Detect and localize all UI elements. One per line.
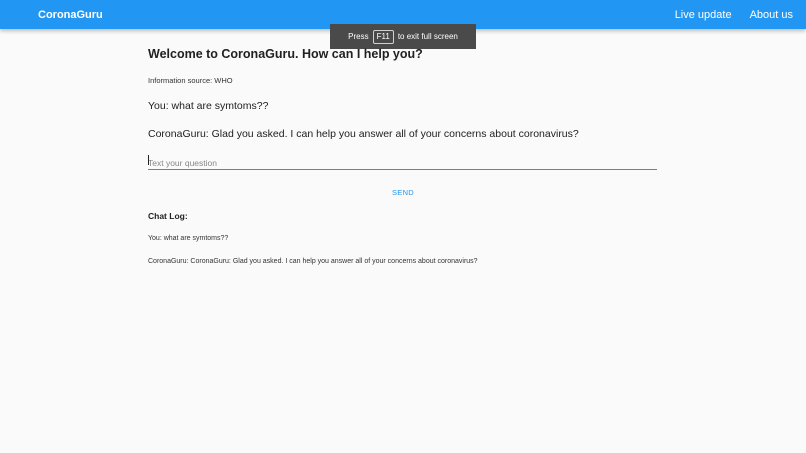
page-title: Welcome to CoronaGuru. How can I help yo… [148, 47, 423, 61]
user-message: You: what are symtoms?? [148, 100, 269, 112]
question-input[interactable] [148, 155, 657, 171]
chat-log-entry: CoronaGuru: CoronaGuru: Glad you asked. … [148, 258, 478, 265]
toast-suffix: to exit full screen [397, 32, 458, 41]
f11-key: F11 [372, 29, 394, 44]
bot-message: CoronaGuru: Glad you asked. I can help y… [148, 128, 579, 140]
nav-live-update[interactable]: Live update [675, 9, 732, 21]
brand-title[interactable]: CoronaGuru [38, 9, 103, 21]
top-nav: Live update About us [675, 9, 793, 21]
chat-log-heading: Chat Log: [148, 211, 188, 221]
toast-prefix: Press [348, 32, 369, 41]
info-source: Information source: WHO [148, 76, 233, 85]
nav-about-us[interactable]: About us [750, 9, 793, 21]
fullscreen-toast: Press F11 to exit full screen [330, 24, 476, 49]
chat-log-entry: You: what are symtoms?? [148, 235, 229, 242]
send-button[interactable]: SEND [378, 185, 428, 199]
text-caret [148, 155, 149, 165]
question-field[interactable] [148, 153, 657, 171]
